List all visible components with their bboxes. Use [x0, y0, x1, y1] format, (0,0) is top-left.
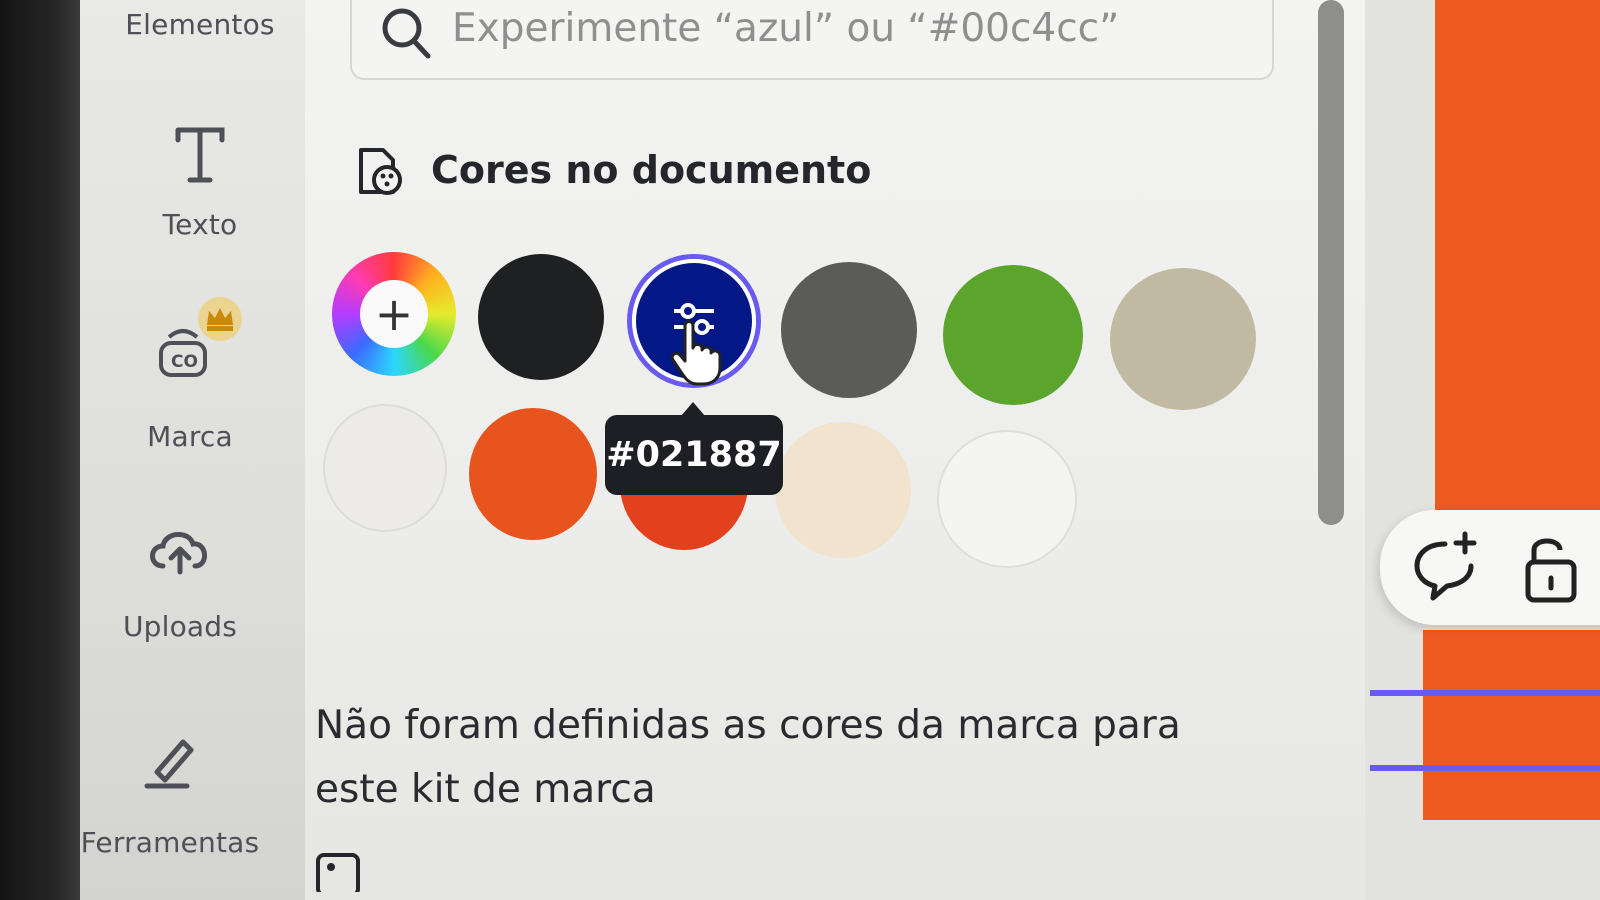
image-icon: [316, 853, 360, 892]
plus-icon: +: [360, 280, 428, 348]
lock-icon[interactable]: [1520, 528, 1580, 608]
screen-bezel: [0, 0, 80, 900]
brand-colors-empty-message: Não foram definidas as cores da marca pa…: [315, 703, 1181, 812]
sidebar-item-label: Elementos: [125, 8, 275, 41]
color-hex-tooltip: #021887: [605, 415, 783, 495]
add-comment-icon[interactable]: [1405, 528, 1485, 608]
canvas-floating-toolbar: [1380, 510, 1600, 625]
sidebar-item-texto[interactable]: Texto: [100, 120, 300, 241]
svg-text:CO: CO: [171, 352, 198, 372]
color-swatch[interactable]: [937, 430, 1077, 568]
color-swatch[interactable]: [781, 262, 917, 398]
brand-kit-icon: CO: [159, 297, 242, 377]
canvas-orange-element[interactable]: [1423, 630, 1600, 820]
color-search-box[interactable]: [350, 0, 1274, 80]
color-swatch[interactable]: [1110, 268, 1256, 410]
color-swatch[interactable]: [478, 254, 604, 380]
section-title: Cores no documento: [431, 148, 872, 192]
color-swatch[interactable]: [775, 422, 911, 558]
selection-outline: [1370, 690, 1600, 696]
sidebar-item-ferramentas[interactable]: Ferramentas: [70, 730, 270, 859]
sidebar-item-uploads[interactable]: Uploads: [80, 520, 280, 643]
add-color-button[interactable]: +: [332, 252, 456, 376]
sidebar-item-marca[interactable]: CO Marca: [90, 295, 290, 453]
canvas-orange-element[interactable]: [1435, 0, 1600, 510]
color-swatch[interactable]: [323, 404, 447, 532]
pen-tool-icon: [144, 739, 194, 789]
color-swatch[interactable]: [943, 265, 1083, 405]
sidebar-item-label: Uploads: [122, 610, 238, 643]
search-icon: [382, 8, 431, 59]
sidebar-item-label: Texto: [162, 208, 238, 241]
sidebar-item-label: Marca: [147, 420, 233, 453]
color-swatch[interactable]: [469, 408, 597, 540]
text-t-icon: [175, 127, 225, 183]
hand-pointer-cursor-icon: [670, 320, 722, 386]
panel-scrollbar[interactable]: [1318, 0, 1344, 525]
color-search-input[interactable]: [452, 0, 1232, 58]
sidebar-item-label: Ferramentas: [80, 826, 260, 859]
selection-outline: [1370, 765, 1600, 771]
color-panel: Cores no documento + #021887 Não foram d…: [305, 0, 1365, 900]
design-canvas[interactable]: [1365, 0, 1600, 900]
tooltip-arrow: [681, 402, 705, 416]
sidebar-item-elementos[interactable]: Elementos: [100, 8, 300, 41]
document-colors-header: Cores no documento: [353, 140, 871, 200]
left-sidebar: Elementos Texto CO Marca Uploads Ferrame…: [80, 0, 305, 900]
cloud-upload-icon: [150, 532, 207, 575]
palette-document-icon: [359, 148, 402, 195]
